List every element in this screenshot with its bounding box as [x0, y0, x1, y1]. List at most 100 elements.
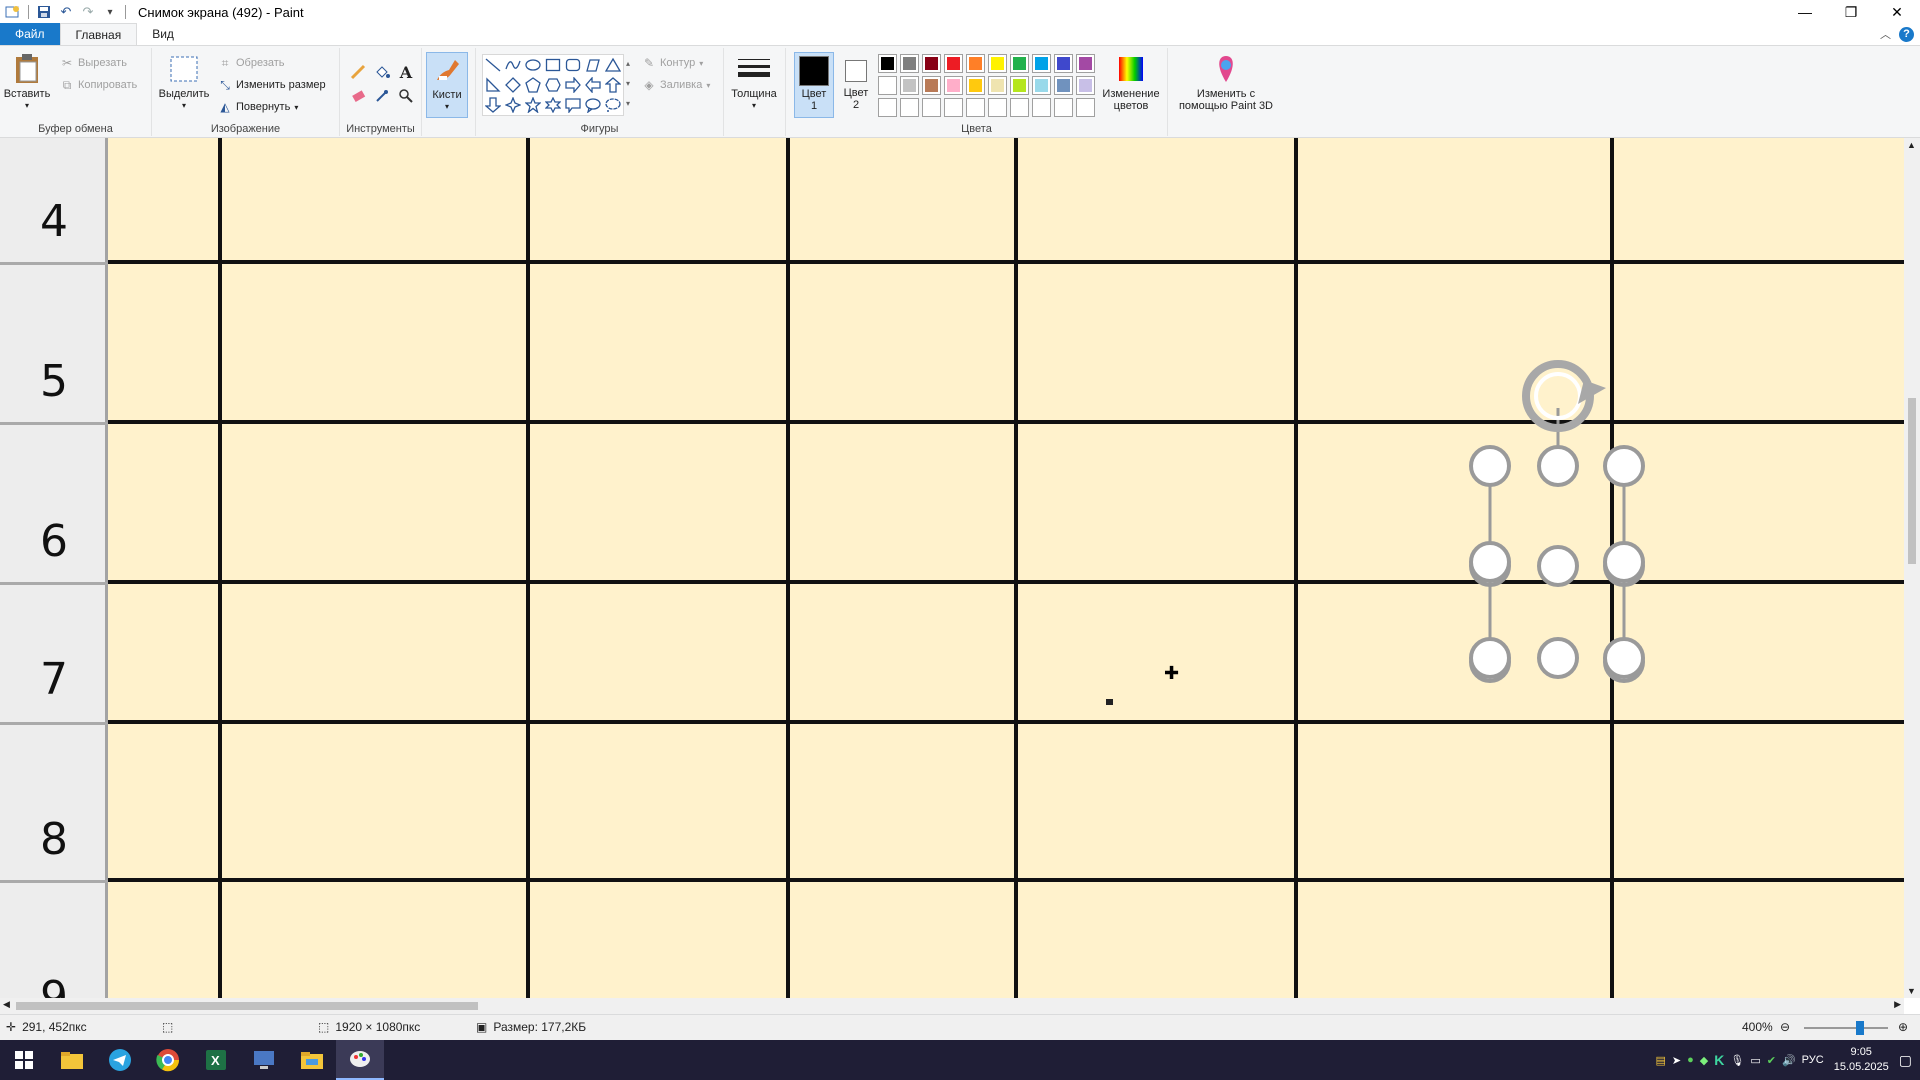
- scroll-left-icon[interactable]: ◀: [3, 999, 10, 1010]
- notifications-icon[interactable]: ▢: [1899, 1052, 1912, 1069]
- minimize-button[interactable]: —: [1782, 0, 1828, 24]
- color-swatch[interactable]: [988, 54, 1007, 73]
- curve-shape-icon[interactable]: [503, 55, 523, 75]
- green-app-icon[interactable]: ●: [1687, 1054, 1694, 1066]
- color-swatch[interactable]: [1010, 76, 1029, 95]
- color-swatch[interactable]: [922, 54, 941, 73]
- line-shape-icon[interactable]: [483, 55, 503, 75]
- color-swatch[interactable]: [1076, 76, 1095, 95]
- paint-app-icon[interactable]: [2, 1, 24, 23]
- oval-callout-shape-icon[interactable]: [583, 95, 603, 115]
- rotate-handle-icon[interactable]: [1522, 360, 1606, 432]
- magnifier-icon[interactable]: [396, 86, 416, 106]
- scroll-up-icon[interactable]: ▲: [1907, 140, 1916, 150]
- taskbar-explorer[interactable]: [288, 1040, 336, 1080]
- diamond-shape-icon[interactable]: [503, 75, 523, 95]
- text-icon[interactable]: A: [396, 62, 416, 82]
- pencil-icon[interactable]: [348, 62, 368, 82]
- crop-button[interactable]: ⌗ Обрезать: [218, 54, 285, 72]
- scroll-down-icon[interactable]: ▼: [1907, 986, 1916, 996]
- security-check-icon[interactable]: ✔: [1767, 1054, 1776, 1067]
- outline-button[interactable]: ✎ Контур ▾: [642, 54, 703, 72]
- hexagon-shape-icon[interactable]: [543, 75, 563, 95]
- clock[interactable]: 9:05 15.05.2025: [1834, 1045, 1889, 1075]
- scroll-right-icon[interactable]: ▶: [1894, 999, 1901, 1010]
- help-icon[interactable]: ?: [1899, 26, 1914, 42]
- taskbar-excel[interactable]: X: [192, 1040, 240, 1080]
- printer-icon[interactable]: ▤: [1656, 1054, 1666, 1067]
- five-point-star-shape-icon[interactable]: [523, 95, 543, 115]
- rectangle-shape-icon[interactable]: [543, 55, 563, 75]
- color-swatch[interactable]: [878, 98, 897, 117]
- color-swatch[interactable]: [922, 98, 941, 117]
- pentagon-shape-icon[interactable]: [523, 75, 543, 95]
- redo-icon[interactable]: ↷: [77, 1, 99, 23]
- customize-qat-icon[interactable]: ▾: [99, 1, 121, 23]
- selection-frame[interactable]: [1460, 358, 1660, 778]
- color-swatch[interactable]: [900, 76, 919, 95]
- color-swatch[interactable]: [944, 76, 963, 95]
- color-swatch[interactable]: [1010, 54, 1029, 73]
- tab-view[interactable]: Вид: [137, 23, 189, 45]
- network-icon[interactable]: ▭: [1750, 1054, 1760, 1067]
- color-swatch[interactable]: [878, 54, 897, 73]
- volume-icon[interactable]: 🔊: [1782, 1054, 1796, 1067]
- shield-icon[interactable]: ◆: [1700, 1054, 1708, 1067]
- size-button[interactable]: Толщина ▾: [730, 52, 778, 112]
- color1-button[interactable]: Цвет 1: [794, 52, 834, 118]
- drawing-canvas[interactable]: 4 5 6 7 8 9 ✚: [0, 138, 1904, 998]
- six-point-star-shape-icon[interactable]: [543, 95, 563, 115]
- taskbar-telegram[interactable]: [96, 1040, 144, 1080]
- oval-shape-icon[interactable]: [523, 55, 543, 75]
- language-indicator[interactable]: РУС: [1802, 1054, 1824, 1066]
- paint3d-button[interactable]: Изменить с помощью Paint 3D: [1172, 52, 1280, 112]
- cut-button[interactable]: ✂ Вырезать: [60, 54, 127, 72]
- color-swatch[interactable]: [900, 98, 919, 117]
- polygon-shape-icon[interactable]: [583, 55, 603, 75]
- undo-icon[interactable]: ↶: [55, 1, 77, 23]
- color-swatch[interactable]: [966, 98, 985, 117]
- taskbar-paint[interactable]: [336, 1040, 384, 1080]
- four-point-star-shape-icon[interactable]: [503, 95, 523, 115]
- color-swatch[interactable]: [988, 98, 1007, 117]
- color-swatch[interactable]: [944, 98, 963, 117]
- close-button[interactable]: ✕: [1874, 0, 1920, 24]
- tab-home[interactable]: Главная: [59, 23, 138, 45]
- zoom-slider-thumb[interactable]: [1856, 1021, 1864, 1035]
- triangle-shape-icon[interactable]: [603, 55, 623, 75]
- k-app-icon[interactable]: K: [1714, 1052, 1724, 1068]
- color-swatch[interactable]: [1054, 98, 1073, 117]
- copy-button[interactable]: ⧉ Копировать: [60, 76, 138, 94]
- zoom-in-icon[interactable]: ⊕: [1898, 1020, 1908, 1034]
- taskbar-chrome[interactable]: [144, 1040, 192, 1080]
- vertical-scrollbar[interactable]: ▲ ▼: [1904, 138, 1920, 998]
- paste-button[interactable]: Вставить ▾: [4, 52, 50, 112]
- taskbar-remote-app[interactable]: [240, 1040, 288, 1080]
- horizontal-scroll-thumb[interactable]: [16, 1002, 478, 1010]
- fill-bucket-icon[interactable]: [372, 62, 392, 82]
- maximize-button[interactable]: ❐: [1828, 0, 1874, 24]
- color-swatch[interactable]: [1054, 54, 1073, 73]
- start-button[interactable]: [0, 1040, 48, 1080]
- taskbar-file-manager[interactable]: [48, 1040, 96, 1080]
- color-swatch[interactable]: [1010, 98, 1029, 117]
- left-arrow-shape-icon[interactable]: [583, 75, 603, 95]
- color-swatch[interactable]: [1054, 76, 1073, 95]
- color-swatch[interactable]: [900, 54, 919, 73]
- rect-callout-shape-icon[interactable]: [563, 95, 583, 115]
- color-swatch[interactable]: [1032, 98, 1051, 117]
- save-icon[interactable]: [33, 1, 55, 23]
- horizontal-scrollbar[interactable]: ◀ ▶: [0, 998, 1904, 1014]
- cloud-callout-shape-icon[interactable]: [603, 95, 623, 115]
- rounded-rectangle-shape-icon[interactable]: [563, 55, 583, 75]
- color-swatch[interactable]: [878, 76, 897, 95]
- color-swatch[interactable]: [1032, 76, 1051, 95]
- vertical-scroll-thumb[interactable]: [1908, 398, 1916, 564]
- color-picker-icon[interactable]: [372, 86, 392, 106]
- select-button[interactable]: Выделить ▾: [158, 52, 210, 112]
- eraser-icon[interactable]: [348, 86, 368, 106]
- color2-button[interactable]: Цвет 2: [836, 52, 876, 118]
- right-arrow-shape-icon[interactable]: [563, 75, 583, 95]
- collapse-ribbon-icon[interactable]: ︿: [1880, 26, 1891, 42]
- fill-button[interactable]: ◈ Заливка ▾: [642, 76, 710, 94]
